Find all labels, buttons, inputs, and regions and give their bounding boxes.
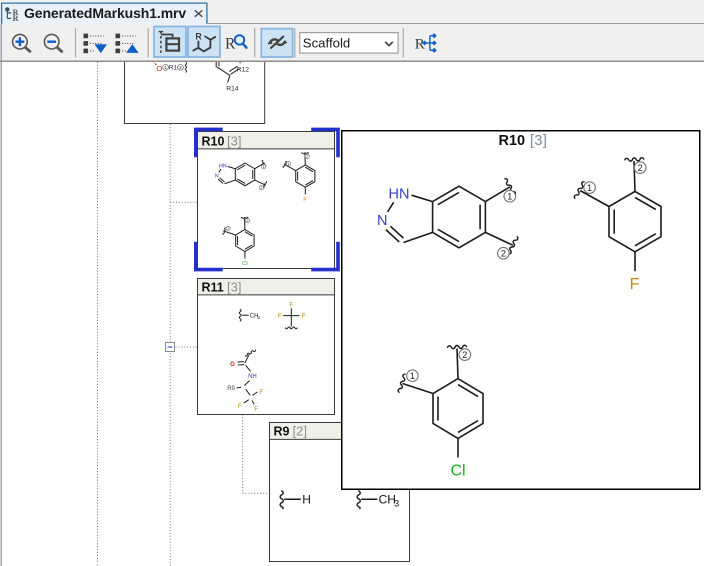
svg-text:R10: R10 [499,133,526,149]
svg-text:F: F [254,407,258,413]
svg-text:2: 2 [246,219,248,223]
svg-text:F: F [238,404,242,410]
svg-text:1: 1 [288,162,290,166]
svg-text:2: 2 [260,186,262,190]
svg-text:H: H [302,493,311,507]
svg-text:O: O [230,362,235,368]
svg-text:O: O [156,64,162,73]
svg-text:N: N [377,213,387,229]
svg-text:R: R [195,32,202,42]
svg-text:1: 1 [507,192,512,202]
svg-text:2: 2 [638,163,643,173]
svg-text:R9: R9 [227,386,235,392]
svg-text:2: 2 [462,350,467,360]
svg-text:R11: R11 [202,280,224,294]
svg-text:3: 3 [394,499,399,509]
svg-text:[3]: [3] [227,133,241,148]
svg-text:1: 1 [263,165,265,169]
svg-text:R14: R14 [226,85,239,92]
svg-text:[3]: [3] [530,133,547,149]
svg-text:1: 1 [587,183,592,193]
svg-text:Scaffold: Scaffold [303,36,350,51]
svg-text:1: 1 [410,371,415,381]
svg-text:2: 2 [501,249,506,259]
svg-text:2: 2 [179,65,182,70]
svg-text:F: F [630,276,640,293]
svg-text:F: F [302,314,306,320]
svg-text:HN: HN [219,164,227,170]
svg-text:2: 2 [306,154,308,158]
svg-text:R10: R10 [202,134,225,148]
svg-text:F: F [278,314,282,320]
svg-text:1: 1 [164,65,167,70]
svg-text:R: R [415,36,425,52]
svg-text:Cl: Cl [450,462,465,479]
svg-text:F: F [259,390,263,396]
svg-text:HN: HN [389,186,410,202]
svg-text:F: F [303,197,307,203]
svg-text:[3]: [3] [227,279,241,294]
svg-text:Cl: Cl [242,261,248,267]
svg-text:NH: NH [248,374,257,380]
svg-text:GeneratedMarkush1.mrv: GeneratedMarkush1.mrv [24,5,186,21]
svg-text:R: R [13,14,19,23]
svg-text:F: F [289,303,293,309]
svg-text:R9: R9 [274,425,290,439]
svg-text:N: N [215,173,219,179]
svg-text:1: 1 [227,227,229,231]
svg-text:R12: R12 [237,67,250,74]
svg-text:[2]: [2] [293,424,307,439]
